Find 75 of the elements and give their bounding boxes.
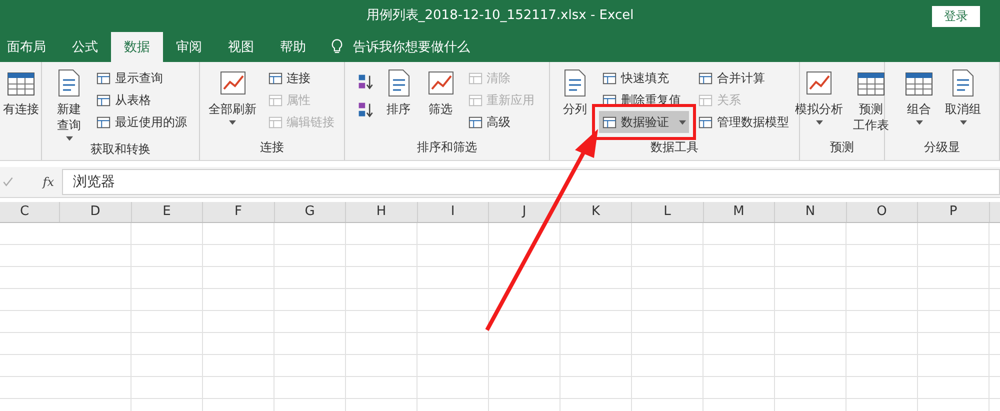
column-header[interactable]: M: [704, 202, 775, 222]
group-label: 预测: [830, 139, 854, 156]
login-button[interactable]: 登录: [932, 6, 980, 27]
column-header[interactable]: K: [560, 202, 632, 222]
column-header[interactable]: E: [132, 202, 203, 222]
caret-icon: [679, 120, 686, 124]
table-icon: [602, 70, 617, 86]
ribbon-button[interactable]: 新建 查询: [51, 67, 87, 141]
column-header[interactable]: P: [918, 202, 990, 222]
ribbon-button[interactable]: 预测 工作表: [851, 67, 891, 133]
ribbon-button[interactable]: 全部刷新: [206, 67, 258, 125]
table-icon: [268, 114, 282, 130]
sort-ascending-icon[interactable]: [356, 73, 374, 91]
table-icon: [468, 92, 482, 108]
cell-grid[interactable]: [0, 223, 1000, 411]
table-icon: [96, 114, 111, 130]
tell-me-field[interactable]: 告诉我你想要做什么: [351, 32, 505, 62]
ribbon-button[interactable]: 筛选: [422, 67, 458, 117]
column-header[interactable]: D: [60, 202, 132, 222]
ribbon-button[interactable]: 有连接: [1, 67, 41, 117]
caret-icon: [816, 120, 822, 125]
ribbon-button[interactable]: 合并计算: [695, 67, 792, 89]
ribbon-button[interactable]: 排序: [380, 67, 416, 117]
column-header[interactable]: F: [203, 202, 274, 222]
lightbulb-icon: [331, 38, 343, 55]
ribbon-button[interactable]: 快速填充: [599, 67, 689, 89]
table-icon: [468, 70, 482, 86]
group-label: 数据工具: [650, 139, 698, 156]
ribbon-tab[interactable]: 帮助: [267, 32, 319, 62]
caret-icon: [960, 120, 966, 125]
group-label: 分级显: [924, 139, 960, 156]
column-header[interactable]: O: [846, 202, 918, 222]
column-header[interactable]: L: [632, 202, 704, 222]
ribbon-button[interactable]: 从表格: [93, 89, 190, 111]
insert-function-button[interactable]: fx: [42, 175, 54, 189]
caret-icon: [916, 120, 922, 125]
ribbon-tab[interactable]: 数据: [111, 32, 163, 62]
ribbon-tab[interactable]: 审阅: [163, 32, 215, 62]
table-icon: [698, 114, 713, 130]
column-header[interactable]: I: [418, 202, 489, 222]
ribbon-button[interactable]: 组合: [901, 67, 937, 125]
column-header[interactable]: J: [489, 202, 560, 222]
caret-icon: [229, 120, 236, 125]
ribbon-button[interactable]: 数据验证: [599, 111, 689, 133]
column-header[interactable]: N: [775, 202, 846, 222]
ribbon-tab[interactable]: 视图: [215, 32, 267, 62]
ribbon-button[interactable]: 取消组: [943, 67, 983, 125]
ribbon-tab[interactable]: 面布局: [0, 32, 59, 62]
table-icon: [468, 114, 482, 130]
table-icon: [96, 70, 111, 86]
table-icon: [698, 70, 713, 86]
column-header[interactable]: G: [274, 202, 346, 222]
ribbon-button[interactable]: 显示查询: [93, 67, 190, 89]
ribbon-button[interactable]: 高级: [464, 111, 538, 133]
column-header[interactable]: H: [346, 202, 418, 222]
caret-icon: [66, 136, 72, 141]
group-label: 获取和转换: [90, 141, 150, 158]
table-icon: [96, 92, 111, 108]
formula-field[interactable]: 浏览器: [62, 169, 1000, 195]
table-icon: [698, 92, 713, 108]
sort-descending-icon[interactable]: [356, 101, 374, 119]
table-icon: [268, 92, 282, 108]
group-label: 排序和筛选: [417, 139, 477, 156]
ribbon-tab[interactable]: 公式: [59, 32, 111, 62]
window-title: 用例列表_2018-12-10_152117.xlsx - Excel: [366, 7, 634, 24]
ribbon-button[interactable]: 模拟分析: [793, 67, 845, 125]
column-header[interactable]: C: [0, 202, 60, 222]
table-icon: [268, 70, 282, 86]
ribbon-button[interactable]: 连接: [264, 67, 338, 89]
group-label: 连接: [260, 139, 284, 156]
table-icon: [602, 114, 617, 130]
ribbon-button[interactable]: 分列: [557, 67, 593, 117]
ribbon-button[interactable]: 管理数据模型: [695, 111, 792, 133]
check-icon[interactable]: [2, 176, 14, 188]
ribbon-button[interactable]: 最近使用的源: [93, 111, 190, 133]
